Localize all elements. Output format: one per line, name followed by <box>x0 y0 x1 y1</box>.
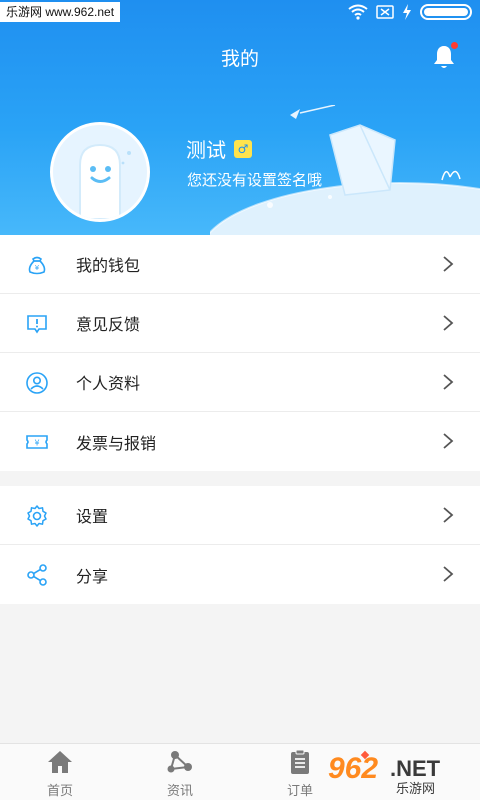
tab-label-home: 首页 <box>46 784 73 799</box>
feedback-icon <box>27 315 47 334</box>
watermark-label: 乐游网 www.962.net <box>0 2 121 22</box>
home-icon <box>48 751 72 773</box>
menu-item-wallet[interactable]: ¥ 我的钱包 <box>0 235 480 294</box>
battery-icon <box>420 4 472 20</box>
ghost-avatar-icon <box>53 125 147 219</box>
menu-item-feedback[interactable]: 意见反馈 <box>0 294 480 353</box>
profile-header: 乐游网 www.962.net 我的 测试 ♂ 您还没有设置签名哦 <box>0 0 480 235</box>
tab-news[interactable]: 资讯 <box>120 744 240 800</box>
menu-label-wallet: 我的钱包 <box>76 256 141 275</box>
planet-decoration-icon <box>210 105 480 235</box>
chevron-right-icon <box>443 256 454 272</box>
svg-text:乐游网: 乐游网 <box>396 782 435 796</box>
no-sim-icon <box>376 5 394 19</box>
menu-label-invoice: 发票与报销 <box>76 433 157 453</box>
menu-group-settings: 设置 分享 <box>0 486 480 604</box>
chevron-right-icon <box>443 566 454 582</box>
menu-item-invoice[interactable]: ¥ 发票与报销 <box>0 412 480 471</box>
charging-icon <box>403 4 411 20</box>
notification-dot <box>451 42 458 49</box>
chevron-right-icon <box>443 433 454 449</box>
wifi-icon <box>348 4 368 20</box>
tab-label-news: 资讯 <box>166 784 193 799</box>
profile-icon <box>26 372 48 394</box>
site-logo-962: 962 .NET 乐游网 <box>328 750 441 796</box>
svg-text:962: 962 <box>328 752 378 785</box>
chevron-right-icon <box>443 374 454 390</box>
news-icon <box>167 751 192 773</box>
menu-label-share: 分享 <box>76 566 109 586</box>
menu-item-profile[interactable]: 个人资料 <box>0 353 480 412</box>
menu-group-account: ¥ 我的钱包 意见反馈 个人资料 ¥ 发票与报销 <box>0 235 480 471</box>
menu-label-feedback: 意见反馈 <box>76 315 141 334</box>
page-title: 我的 <box>220 49 259 70</box>
wallet-icon: ¥ <box>28 256 46 275</box>
menu-label-profile: 个人资料 <box>76 374 141 393</box>
order-icon <box>291 749 309 774</box>
gear-icon <box>27 505 47 527</box>
status-bar: 乐游网 www.962.net <box>0 0 480 28</box>
svg-text:¥: ¥ <box>35 264 40 272</box>
status-icons <box>348 4 472 20</box>
invoice-icon: ¥ <box>26 435 48 449</box>
svg-text:.NET: .NET <box>390 756 441 781</box>
share-icon <box>27 564 47 586</box>
menu-item-share[interactable]: 分享 <box>0 545 480 604</box>
svg-text:¥: ¥ <box>34 439 39 448</box>
chevron-right-icon <box>443 507 454 523</box>
avatar[interactable] <box>50 122 150 222</box>
tab-home[interactable]: 首页 <box>0 744 120 800</box>
chevron-right-icon <box>443 315 454 331</box>
menu-item-settings[interactable]: 设置 <box>0 486 480 545</box>
notification-button[interactable] <box>432 42 458 70</box>
menu-label-settings: 设置 <box>76 507 109 526</box>
